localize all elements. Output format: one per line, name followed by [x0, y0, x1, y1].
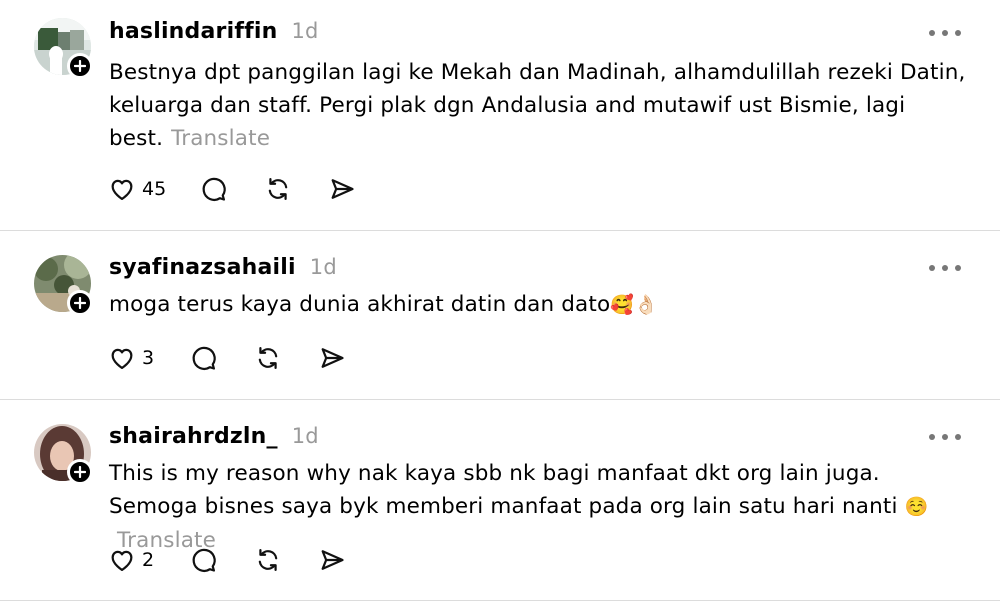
post-actions: 3	[108, 343, 346, 373]
emoji: ☺️	[904, 496, 929, 518]
follow-plus-icon[interactable]	[67, 459, 93, 485]
post-body: This is my reason why nak kaya sbb nk ba…	[109, 461, 898, 519]
avatar[interactable]	[34, 18, 93, 79]
post-text: moga terus kaya dunia akhirat datin dan …	[109, 288, 969, 322]
heart-icon[interactable]	[108, 175, 136, 203]
post: shairahrdzln_ 1d This is my reason why na…	[0, 400, 1000, 600]
post-time: 1d	[291, 424, 319, 448]
divider	[0, 600, 1000, 601]
comment-icon[interactable]	[190, 344, 218, 372]
post-actions: 45	[108, 174, 356, 204]
post-text: This is my reason why nak kaya sbb nk ba…	[109, 457, 969, 557]
share-icon[interactable]	[328, 175, 356, 203]
more-options-icon[interactable]	[929, 263, 961, 273]
comment-icon[interactable]	[200, 175, 228, 203]
more-options-icon[interactable]	[929, 28, 961, 38]
post: syafinazsahaili 1d moga terus kaya dunia …	[0, 231, 1000, 399]
translate-link[interactable]: Translate	[171, 126, 270, 151]
avatar[interactable]	[34, 424, 93, 485]
emoji: 🥰👌🏻	[610, 294, 658, 316]
like-count: 2	[142, 549, 155, 571]
username-text[interactable]: shairahrdzln_	[109, 424, 278, 449]
post-time: 1d	[309, 255, 337, 279]
post-body: moga terus kaya dunia akhirat datin dan …	[109, 292, 611, 317]
heart-icon[interactable]	[108, 546, 136, 574]
share-icon[interactable]	[318, 546, 346, 574]
follow-plus-icon[interactable]	[67, 290, 93, 316]
repost-icon[interactable]	[254, 344, 282, 372]
follow-plus-icon[interactable]	[67, 53, 93, 79]
post-time: 1d	[291, 19, 319, 43]
username[interactable]: syafinazsahaili 1d	[109, 255, 337, 280]
repost-icon[interactable]	[254, 546, 282, 574]
more-options-icon[interactable]	[929, 432, 961, 442]
username-text[interactable]: syafinazsahaili	[109, 255, 296, 280]
username[interactable]: haslindariffin 1d	[109, 19, 319, 44]
heart-icon[interactable]	[108, 344, 136, 372]
avatar[interactable]	[34, 255, 93, 316]
post: haslindariffin 1d Bestnya dpt panggilan l…	[0, 0, 1000, 230]
like-count: 3	[142, 347, 155, 369]
post-actions: 2	[108, 545, 346, 575]
comment-icon[interactable]	[190, 546, 218, 574]
share-icon[interactable]	[318, 344, 346, 372]
repost-icon[interactable]	[264, 175, 292, 203]
post-text: Bestnya dpt panggilan lagi ke Mekah dan …	[109, 56, 969, 155]
username[interactable]: shairahrdzln_ 1d	[109, 424, 319, 449]
like-count: 45	[142, 178, 167, 200]
username-text[interactable]: haslindariffin	[109, 19, 277, 44]
